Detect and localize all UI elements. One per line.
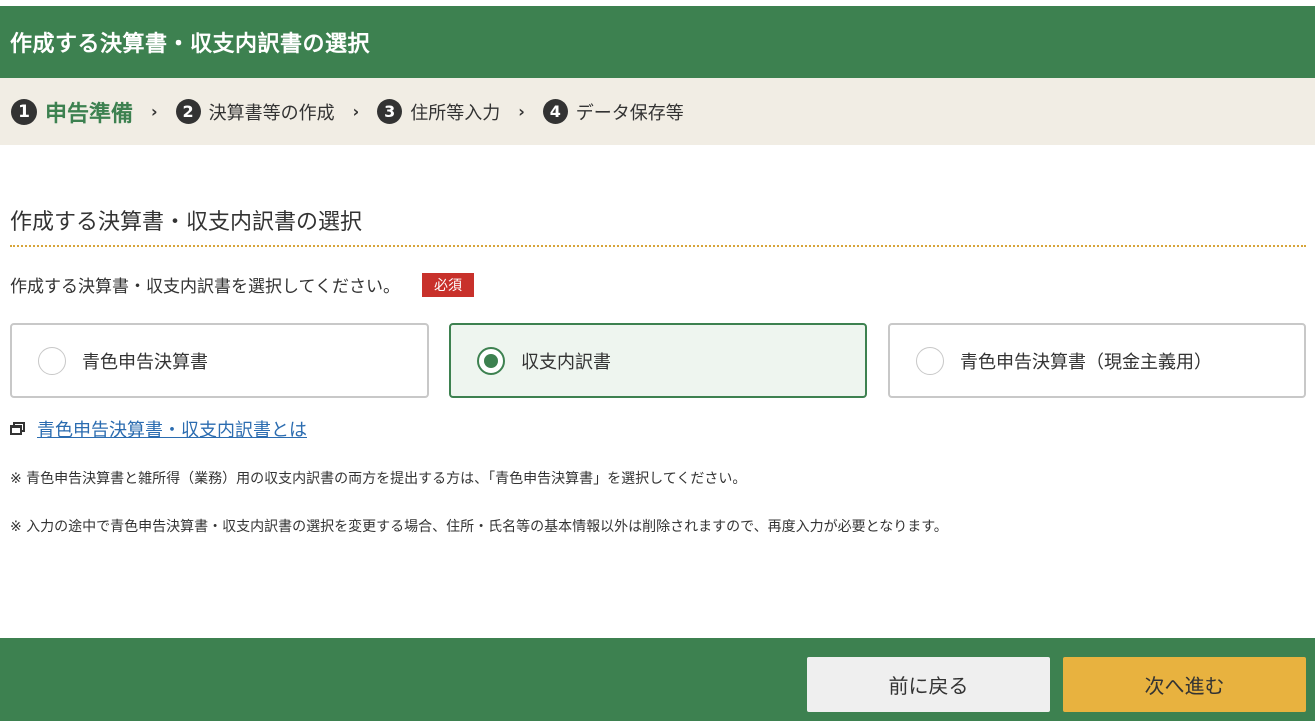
step-label-4: データ保存等 (575, 102, 684, 124)
option-label: 収支内訳書 (521, 351, 611, 373)
step-4: 4 データ保存等 (542, 99, 684, 125)
instruction-text: 作成する決算書・収支内訳書を選択してください。 (10, 277, 400, 297)
radio-unselected-icon[interactable] (916, 346, 944, 375)
radio-unselected-icon[interactable] (38, 346, 66, 375)
step-label-3: 住所等入力 (410, 102, 501, 124)
instruction-row: 作成する決算書・収支内訳書を選択してください。 必須 (10, 272, 474, 297)
section-divider (10, 245, 1306, 247)
step-number-3: 3 (377, 99, 403, 124)
step-number-4: 4 (542, 99, 568, 124)
step-number-1: 1 (11, 98, 37, 125)
option-income-statement[interactable]: 収支内訳書 (449, 323, 867, 398)
option-blue-return[interactable]: 青色申告決算書 (10, 323, 429, 398)
option-blue-return-cash[interactable]: 青色申告決算書（現金主義用） (888, 323, 1306, 398)
chevron-right-icon: › (151, 102, 158, 121)
next-button[interactable]: 次へ進む (1063, 657, 1306, 712)
chevron-right-icon: › (518, 102, 525, 121)
footer-bar: 前に戻る 次へ進む (0, 638, 1315, 721)
help-link[interactable]: 青色申告決算書・収支内訳書とは (37, 416, 307, 442)
chevron-right-icon: › (352, 102, 360, 121)
page-header: 作成する決算書・収支内訳書の選択 (0, 6, 1315, 78)
section-title: 作成する決算書・収支内訳書の選択 (10, 210, 363, 235)
step-1: 1 申告準備 (11, 96, 133, 128)
help-link-row: 青色申告決算書・収支内訳書とは (10, 416, 307, 442)
step-number-2: 2 (175, 99, 201, 124)
step-3: 3 住所等入力 (377, 99, 500, 125)
page: 作成する決算書・収支内訳書の選択 1 申告準備 › 2 決算書等の作成 › 3 … (0, 0, 1315, 721)
radio-dot (484, 353, 498, 368)
radio-selected-icon[interactable] (477, 346, 505, 375)
option-label: 青色申告決算書（現金主義用） (960, 351, 1212, 373)
back-button[interactable]: 前に戻る (807, 657, 1050, 712)
note-1: ※ 青色申告決算書と雑所得（業務）用の収支内訳書の両方を提出する方は、「青色申告… (10, 471, 747, 487)
required-badge: 必須 (421, 272, 474, 297)
step-2: 2 決算書等の作成 (175, 99, 335, 125)
step-label-2: 決算書等の作成 (208, 102, 335, 124)
new-window-icon (10, 422, 26, 436)
note-2: ※ 入力の途中で青色申告決算書・収支内訳書の選択を変更する場合、住所・氏名等の基… (10, 519, 948, 535)
step-indicator: 1 申告準備 › 2 決算書等の作成 › 3 住所等入力 › 4 データ保存等 (0, 78, 1315, 145)
option-label: 青色申告決算書 (82, 351, 208, 373)
step-label-1: 申告準備 (45, 101, 134, 127)
page-title: 作成する決算書・収支内訳書の選択 (10, 32, 371, 57)
